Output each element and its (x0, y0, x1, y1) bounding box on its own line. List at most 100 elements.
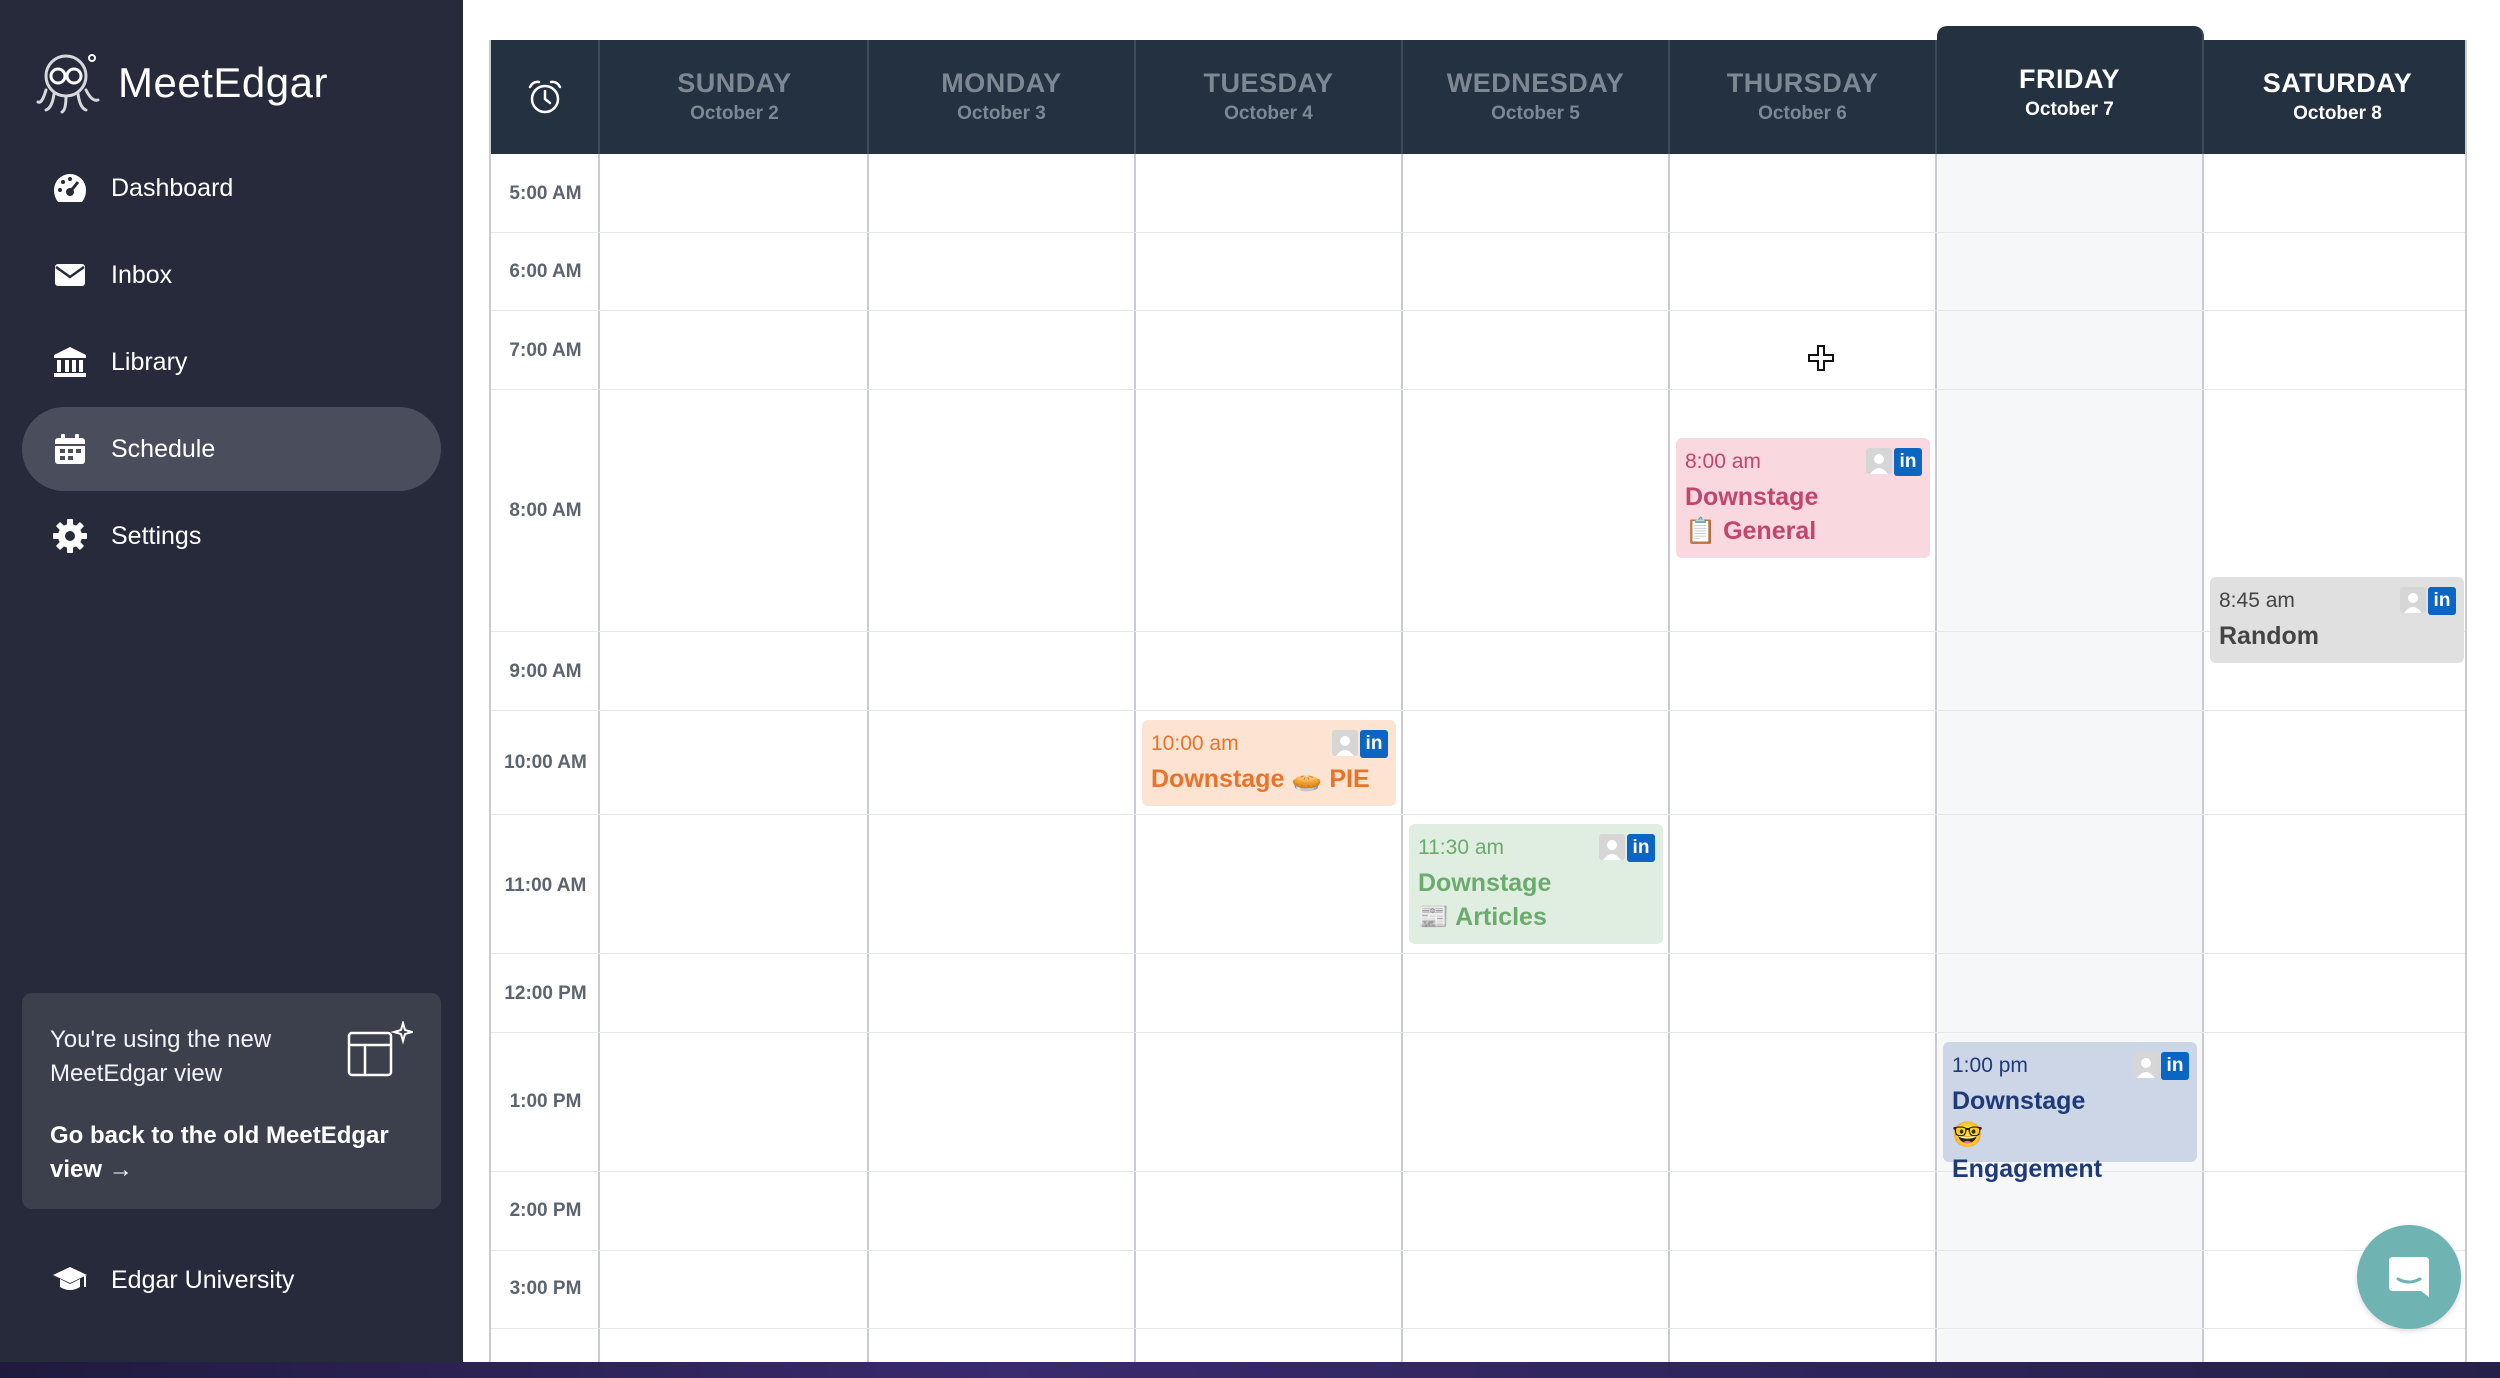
layout-sparkle-icon (347, 1021, 413, 1077)
scheduled-post-event[interactable]: 11:30 am Downstage 📰 Articles in (1409, 824, 1663, 944)
day-name: THURSDAY (1726, 68, 1879, 98)
day-name: FRIDAY (2018, 64, 2121, 94)
hour-divider (491, 1250, 2465, 1251)
time-label: 11:00 AM (504, 875, 587, 896)
hour-divider (491, 389, 2465, 390)
hour-divider (491, 710, 2465, 711)
calendar-corner (491, 40, 600, 154)
hour-divider (491, 310, 2465, 311)
sidebar-item-label: Edgar University (111, 1265, 295, 1294)
day-column-saturday[interactable] (2204, 154, 2471, 1362)
schedule-calendar: 5:00 AM 6:00 AM 7:00 AM 8:00 AM 9:00 AM … (489, 26, 2467, 1362)
new-view-notice: You're using the new MeetEdgar view Go b… (22, 993, 441, 1209)
linkedin-icon: in (1360, 730, 1388, 758)
desktop-background (0, 1362, 2500, 1378)
time-label: 12:00 PM (504, 983, 587, 1004)
day-name: MONDAY (941, 68, 1062, 98)
day-header-sunday: SUNDAY October 2 (602, 40, 869, 154)
sidebar-item-label: Library (111, 347, 188, 376)
linkedin-icon: in (1627, 834, 1655, 862)
day-header-wednesday: WEDNESDAY October 5 (1403, 40, 1670, 154)
envelope-icon (52, 257, 88, 293)
time-label: 8:00 AM (509, 500, 582, 521)
brand-name: MeetEdgar (118, 59, 328, 106)
calendar-header: SUNDAY October 2 MONDAY October 3 TUESDA… (491, 26, 2465, 154)
sidebar-item-label: Settings (111, 521, 202, 550)
sidebar-item-library[interactable]: Library (22, 320, 441, 404)
linkedin-icon: in (1894, 448, 1922, 476)
day-date: October 5 (1491, 103, 1580, 124)
person-icon (1599, 834, 1625, 860)
hour-divider (491, 631, 2465, 632)
person-icon (2400, 587, 2426, 613)
sidebar-item-settings[interactable]: Settings (22, 494, 441, 578)
day-header-tuesday: TUESDAY October 4 (1136, 40, 1403, 154)
day-name: SUNDAY (677, 68, 792, 98)
day-column-sunday[interactable] (602, 154, 869, 1362)
hour-divider (491, 1328, 2465, 1329)
sidebar-item-inbox[interactable]: Inbox (22, 233, 441, 317)
sidebar-item-edgar-university[interactable]: Edgar University (22, 1242, 441, 1318)
linkedin-icon: in (2428, 587, 2456, 615)
scheduled-post-event[interactable]: 8:00 am Downstage 📋 General in (1676, 438, 1930, 558)
day-name: SATURDAY (2262, 68, 2413, 98)
event-account-icons: in (1332, 730, 1388, 758)
library-building-icon (52, 344, 88, 380)
event-title: Random (2219, 622, 2319, 650)
sidebar-item-schedule[interactable]: Schedule (22, 407, 441, 491)
hour-divider (491, 1032, 2465, 1033)
hour-divider (491, 1171, 2465, 1172)
speedometer-icon (52, 170, 88, 206)
time-label: 5:00 AM (509, 183, 582, 204)
day-column-wednesday[interactable] (1403, 154, 1670, 1362)
linkedin-icon: in (2161, 1052, 2189, 1080)
event-title: Downstage 📋 General (1685, 483, 1819, 545)
event-account-icons: in (2133, 1052, 2189, 1080)
event-account-icons: in (2400, 587, 2456, 615)
time-label: 6:00 AM (509, 261, 582, 282)
hour-divider (491, 953, 2465, 954)
calendar-icon (52, 431, 88, 467)
day-date: October 4 (1224, 103, 1313, 124)
day-column-thursday[interactable] (1670, 154, 1937, 1362)
go-back-old-view-link[interactable]: Go back to the old MeetEdgar view → (50, 1119, 413, 1187)
new-view-text: You're using the new MeetEdgar view (50, 1026, 272, 1087)
scheduled-post-event[interactable]: 10:00 am Downstage 🥧 PIE in (1142, 720, 1396, 806)
day-name: TUESDAY (1203, 68, 1334, 98)
app-window: MeetEdgar Dashboard Inbox Library Schedu… (0, 0, 2500, 1362)
time-label: 9:00 AM (509, 661, 582, 682)
person-icon (1866, 448, 1892, 474)
sidebar: MeetEdgar Dashboard Inbox Library Schedu… (0, 0, 463, 1362)
event-account-icons: in (1866, 448, 1922, 476)
time-label: 10:00 AM (504, 752, 587, 773)
day-column-monday[interactable] (869, 154, 1136, 1362)
sidebar-item-dashboard[interactable]: Dashboard (22, 146, 441, 230)
scheduled-post-event[interactable]: 8:45 am Random in (2210, 577, 2464, 663)
event-title: Downstage 🥧 PIE (1151, 765, 1370, 793)
event-account-icons: in (1599, 834, 1655, 862)
event-title: Downstage 📰 Articles (1418, 869, 1552, 931)
hour-divider (491, 814, 2465, 815)
day-date: October 6 (1758, 103, 1847, 124)
person-icon (2133, 1052, 2159, 1078)
time-label: 7:00 AM (509, 340, 582, 361)
person-icon (1332, 730, 1358, 756)
move-cursor-icon (1808, 345, 1834, 371)
meetedgar-octopus-logo-icon (36, 54, 100, 114)
gear-icon (52, 518, 88, 554)
hour-divider (491, 232, 2465, 233)
scheduled-post-event[interactable]: 1:00 pm Downstage 🤓 Engagement in (1943, 1042, 2197, 1183)
time-label: 2:00 PM (509, 1200, 582, 1221)
chat-bubble-icon (2389, 1257, 2429, 1297)
sidebar-item-label: Dashboard (111, 173, 234, 202)
day-header-friday-today: FRIDAY October 7 (1937, 26, 2204, 154)
event-title: Downstage 🤓 Engagement (1952, 1087, 2103, 1183)
main-nav: Dashboard Inbox Library Schedule Setting… (22, 146, 441, 581)
graduation-cap-icon (52, 1262, 88, 1298)
day-header-monday: MONDAY October 3 (869, 40, 1136, 154)
brand[interactable]: MeetEdgar (36, 52, 328, 114)
chat-launcher-button[interactable] (2357, 1225, 2461, 1329)
time-label: 1:00 PM (509, 1091, 582, 1112)
alarm-clock-icon (528, 80, 561, 114)
day-header-saturday: SATURDAY October 8 (2204, 40, 2471, 154)
